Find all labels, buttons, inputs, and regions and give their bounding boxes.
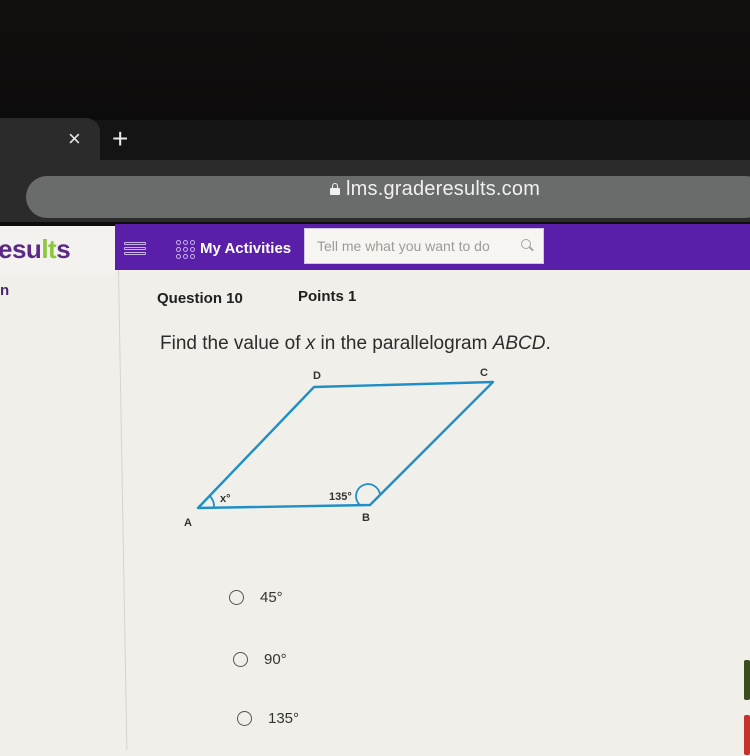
- answer-option[interactable]: 45°: [229, 589, 283, 606]
- search-box[interactable]: [304, 228, 544, 264]
- answer-option[interactable]: 90°: [233, 651, 287, 668]
- question-shape-name: ABCD: [492, 333, 546, 354]
- angle-label-x: x°: [220, 493, 231, 505]
- new-tab-icon[interactable]: +: [112, 125, 128, 153]
- url-text: lms.graderesults.com: [346, 177, 541, 200]
- apps-grid-icon[interactable]: [176, 240, 196, 260]
- angle-b-arc: [355, 483, 381, 506]
- hamburger-menu-icon[interactable]: [124, 242, 146, 258]
- answer-label: 135°: [268, 710, 300, 727]
- vertex-label-d: D: [313, 370, 321, 382]
- search-icon[interactable]: [521, 239, 531, 249]
- vertex-label-a: A: [184, 517, 192, 529]
- question-text: Find the value of x in the parallelogram…: [160, 333, 551, 355]
- parallelogram-shape: [196, 380, 495, 510]
- logo-text-1: esu: [0, 234, 42, 264]
- answer-label: 45°: [260, 589, 283, 606]
- active-tab[interactable]: [0, 118, 100, 162]
- sidebar-text-fragment: n: [0, 282, 10, 299]
- logo-text-3: s: [56, 234, 71, 264]
- radio-button[interactable]: [233, 652, 248, 667]
- answer-option[interactable]: 135°: [237, 710, 299, 727]
- my-activities-link[interactable]: My Activities: [200, 240, 291, 257]
- app-logo[interactable]: esults: [0, 234, 71, 265]
- question-text-prefix: Find the value of: [160, 333, 306, 354]
- logo-text-2: lt: [41, 234, 57, 264]
- url-display[interactable]: lms.graderesults.com: [330, 177, 540, 201]
- vertex-label-c: C: [480, 367, 488, 379]
- vertex-label-b: B: [362, 512, 370, 524]
- search-input[interactable]: [317, 236, 507, 256]
- edge-button-green[interactable]: [744, 660, 750, 700]
- question-text-middle: in the parallelogram: [315, 333, 493, 354]
- radio-button[interactable]: [237, 711, 252, 726]
- lock-icon: [330, 183, 340, 195]
- question-text-suffix: .: [545, 333, 551, 354]
- parallelogram-figure: D C A B x° 135°: [184, 367, 495, 529]
- edge-button-red[interactable]: [744, 715, 750, 755]
- screen-bezel: [0, 0, 750, 120]
- question-number: Question 10: [157, 290, 243, 307]
- close-tab-icon[interactable]: ×: [68, 128, 81, 150]
- answer-label: 90°: [264, 651, 287, 668]
- question-points: Points 1: [298, 288, 357, 305]
- angle-label-135: 135°: [329, 491, 352, 503]
- question-variable: x: [305, 333, 316, 354]
- radio-button[interactable]: [229, 590, 244, 605]
- angle-a-arc: [209, 495, 215, 509]
